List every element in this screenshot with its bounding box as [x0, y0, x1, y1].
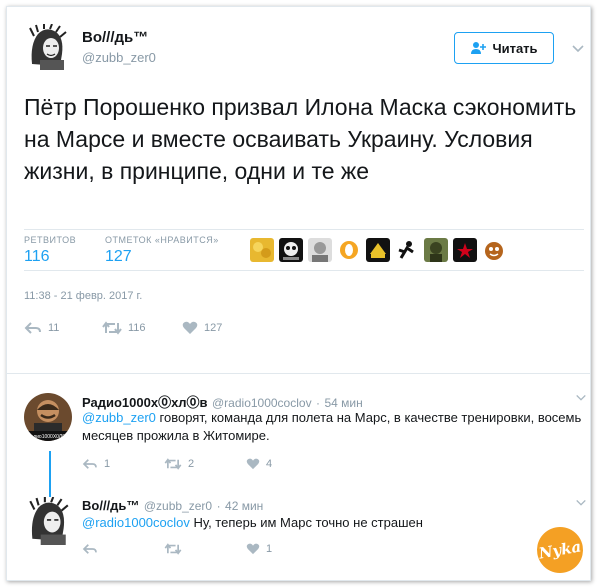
author-name[interactable]: Во///дь™	[82, 29, 148, 46]
retweet-icon	[164, 458, 182, 470]
likers-avatars	[250, 238, 506, 262]
retweet-count: 2	[188, 458, 195, 470]
liker-avatar[interactable]	[424, 238, 448, 262]
liker-avatar[interactable]	[482, 238, 506, 262]
liker-avatar[interactable]	[337, 238, 361, 262]
retweet-button[interactable]: 2	[164, 458, 246, 470]
reply-count: 11	[48, 322, 60, 334]
reply-menu[interactable]	[575, 496, 587, 514]
retweets-stat[interactable]: РЕТВИТОВ 116	[24, 235, 76, 266]
reply-button[interactable]: 1	[82, 458, 164, 470]
chevron-down-icon	[576, 394, 586, 401]
reply-menu[interactable]	[575, 391, 587, 409]
likes-label: ОТМЕТОК «НРАВИТСЯ»	[105, 235, 219, 245]
reply-author-handle[interactable]: @radio1000coclov	[212, 396, 312, 410]
retweets-label: РЕТВИТОВ	[24, 235, 77, 245]
thread-connector	[49, 451, 51, 497]
liker-avatar[interactable]	[250, 238, 274, 262]
reply-actions: 1	[82, 543, 306, 555]
retweet-icon	[164, 543, 182, 555]
like-button[interactable]: 4	[246, 458, 306, 470]
tweet-timestamp[interactable]: 11:38 - 21 февр. 2017 г.	[24, 290, 142, 302]
tweet-card: Во///дь™ @zubb_zer0 Читать Пётр Порошенк…	[6, 6, 591, 581]
liker-avatar[interactable]	[395, 238, 419, 262]
follow-label: Читать	[492, 40, 538, 56]
reply-body: Ну, теперь им Марс точно не страшен	[193, 515, 423, 530]
retweet-button[interactable]: 116	[102, 321, 182, 335]
reply-icon	[82, 544, 97, 554]
heart-icon	[246, 543, 260, 555]
reply-text: @radio1000coclov Ну, теперь им Марс точн…	[82, 514, 532, 532]
likes-count: 127	[105, 248, 132, 265]
likes-stat[interactable]: ОТМЕТОК «НРАВИТСЯ» 127	[105, 235, 219, 266]
reply-count: 1	[104, 458, 111, 470]
tweet-actions: 11 116 127	[24, 321, 262, 335]
like-count: 1	[266, 543, 273, 555]
author-avatar[interactable]	[24, 24, 70, 70]
reply-separator: ·	[216, 499, 221, 513]
liker-avatar[interactable]	[366, 238, 390, 262]
liker-avatar[interactable]	[279, 238, 303, 262]
reply-button[interactable]: 11	[24, 321, 102, 335]
section-divider	[7, 373, 590, 374]
tweet-menu[interactable]	[571, 42, 585, 61]
reply-button[interactable]	[82, 543, 164, 555]
chevron-down-icon	[572, 45, 584, 53]
heart-icon	[246, 458, 260, 470]
reply-icon	[82, 459, 97, 469]
reply-author-name[interactable]: Радио1000х⓪хл⓪в	[82, 395, 208, 410]
tweet-text: Пётр Порошенко призвал Илона Маска сэкон…	[24, 94, 577, 184]
retweets-count: 116	[24, 248, 50, 265]
liker-avatar[interactable]	[308, 238, 332, 262]
retweet-icon	[102, 321, 122, 335]
reply-text: @zubb_zer0 говорят, команда для полета н…	[82, 409, 582, 445]
reply-mention[interactable]: @zubb_zer0	[82, 410, 156, 425]
reply-time[interactable]: 54 мин	[324, 396, 362, 410]
reply-actions: 1 2 4	[82, 458, 306, 470]
liker-avatar[interactable]	[453, 238, 477, 262]
retweet-count: 116	[128, 322, 146, 334]
reply-mention[interactable]: @radio1000coclov	[82, 515, 190, 530]
like-button[interactable]: 127	[182, 321, 262, 335]
reply-header: Во///дь™ @zubb_zer0 · 42 мин	[82, 497, 263, 515]
author-handle[interactable]: @zubb_zer0	[82, 50, 156, 65]
reply-separator: ·	[316, 396, 321, 410]
person-add-icon	[471, 42, 487, 54]
like-count: 127	[204, 322, 223, 334]
reply-avatar[interactable]	[24, 497, 72, 545]
reply-author-handle[interactable]: @zubb_zer0	[144, 499, 212, 513]
reply-body: говорят, команда для полета на Марс, в к…	[82, 410, 582, 443]
reply-time[interactable]: 42 мин	[225, 499, 263, 513]
retweet-button[interactable]	[164, 543, 246, 555]
chevron-down-icon	[576, 499, 586, 506]
heart-icon	[182, 321, 198, 334]
follow-button[interactable]: Читать	[454, 32, 554, 64]
reply-author-name[interactable]: Во///дь™	[82, 498, 139, 513]
reply-icon	[24, 322, 41, 334]
like-button[interactable]: 1	[246, 543, 306, 555]
like-count: 4	[266, 458, 273, 470]
reply-avatar[interactable]: радио1000Х0Л0В	[24, 393, 72, 441]
